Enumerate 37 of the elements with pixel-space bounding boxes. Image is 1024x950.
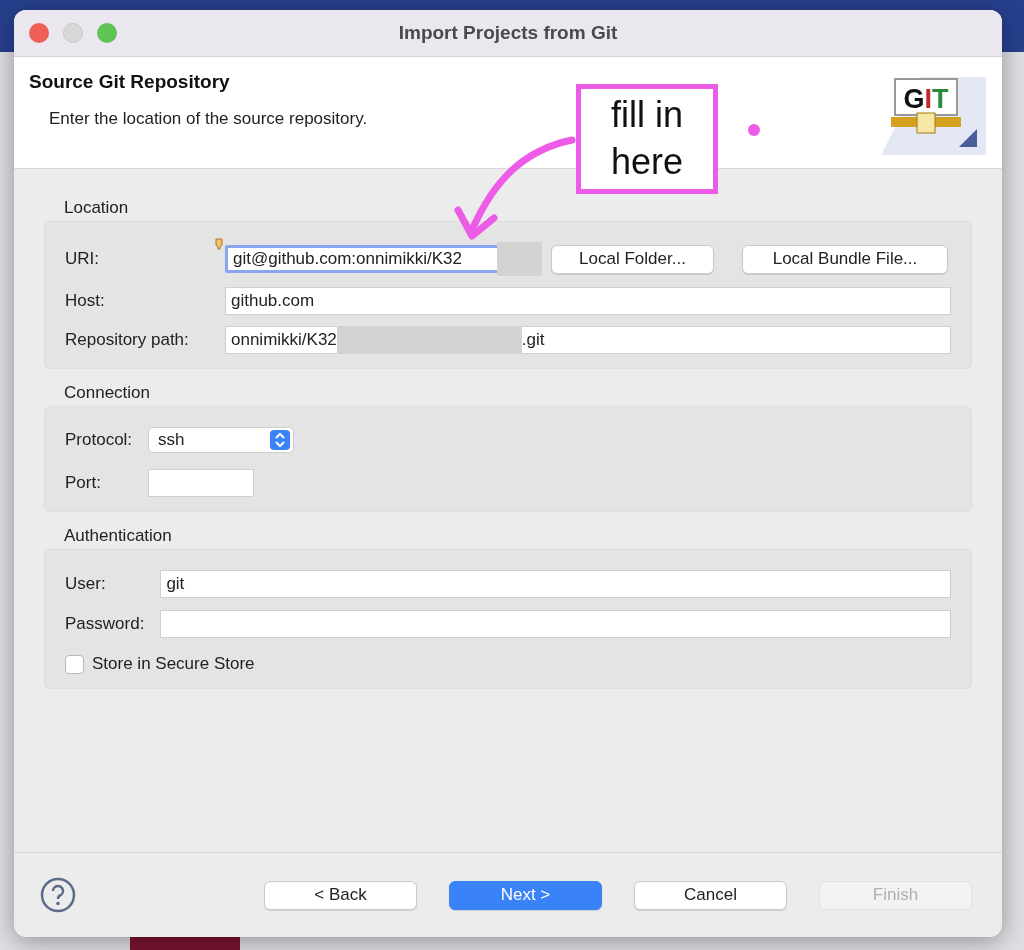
text-field[interactable]: onnimikki/K32 .git (225, 326, 951, 354)
annotation-dot (747, 123, 761, 137)
stepper-icon (270, 430, 291, 450)
local-folder-button[interactable]: Local Folder... (551, 244, 714, 274)
back-button[interactable]: < Back (264, 880, 417, 910)
checkbox[interactable] (65, 654, 84, 674)
page-title: Source Git Repository (29, 71, 231, 93)
text-field[interactable]: github.com (225, 287, 951, 315)
redaction-block (497, 242, 542, 276)
field-label: URI: (65, 249, 100, 269)
git-logo: GIT (881, 77, 986, 155)
window-title: Import Projects from Git (398, 22, 618, 43)
lightbulb-icon (215, 238, 223, 250)
group-title: Location (64, 198, 130, 218)
zoom-icon[interactable] (97, 23, 117, 43)
field-label: Protocol: (65, 430, 133, 450)
protocol-dropdown[interactable]: ssh (148, 427, 295, 453)
checkbox-label: Store in Secure Store (92, 654, 255, 674)
field-label: Port: (65, 473, 102, 493)
group-title: Authentication (64, 526, 173, 546)
close-icon[interactable] (29, 23, 49, 43)
minimize-icon[interactable] (63, 23, 83, 43)
help-icon[interactable] (40, 877, 76, 913)
local-bundle-file-button[interactable]: Local Bundle File... (742, 244, 948, 274)
field-label: Repository path: (65, 330, 190, 350)
cancel-button[interactable]: Cancel (634, 880, 787, 910)
text-field[interactable]: git (160, 570, 951, 598)
annotation-note: fill in here (576, 84, 718, 194)
field-label: User: (65, 574, 107, 594)
next-button[interactable]: Next > (449, 880, 602, 910)
field-label: Host: (65, 291, 106, 311)
field-label: Password: (65, 614, 145, 634)
text-field[interactable] (160, 610, 951, 638)
page-description: Enter the location of the source repository. (49, 109, 368, 129)
group-title: Connection (64, 383, 151, 403)
text-field[interactable]: git@github.com:onnimikki/K32 (225, 245, 500, 273)
port-field[interactable] (148, 469, 255, 497)
